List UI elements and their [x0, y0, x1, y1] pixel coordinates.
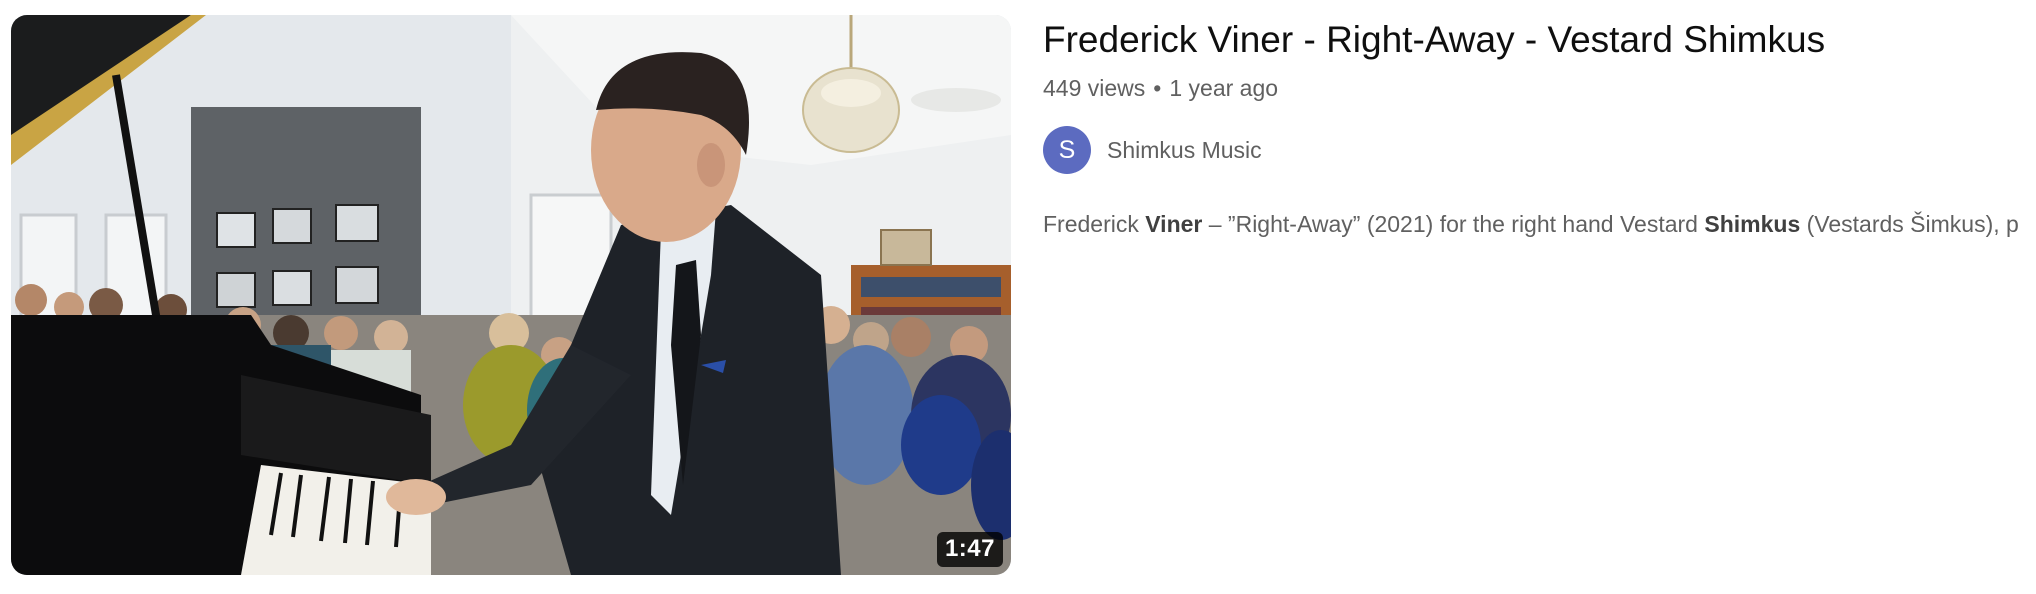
- video-result-row[interactable]: 1:47 Frederick Viner - Right-Away - Vest…: [0, 0, 2036, 594]
- channel-name[interactable]: Shimkus Music: [1107, 137, 1262, 164]
- metadata-separator: •: [1153, 75, 1162, 101]
- thumbnail-image: [11, 15, 1011, 575]
- video-title[interactable]: Frederick Viner - Right-Away - Vestard S…: [1043, 14, 2023, 66]
- avatar-letter: S: [1058, 135, 1076, 164]
- view-count: 449 views: [1043, 75, 1146, 101]
- channel-info[interactable]: S Shimkus Music: [1043, 126, 2023, 174]
- video-metadata: 449 views • 1 year ago: [1043, 72, 2023, 104]
- description-highlight: Shimkus: [1704, 211, 1801, 237]
- publish-age: 1 year ago: [1169, 75, 1279, 101]
- video-description-snippet: Frederick Viner – ”Right-Away” (2021) fo…: [1043, 208, 2036, 240]
- description-segment: Frederick: [1043, 211, 1146, 237]
- video-thumbnail[interactable]: 1:47: [11, 15, 1011, 575]
- description-highlight: Viner: [1145, 211, 1203, 237]
- description-segment: – ”Right-Away” (2021) for the right hand…: [1202, 211, 1705, 237]
- channel-avatar[interactable]: S: [1043, 126, 1091, 174]
- description-segment: (Vestards Šimkus), p: [1800, 211, 2019, 237]
- video-details: Frederick Viner - Right-Away - Vestard S…: [1043, 14, 2023, 240]
- duration-badge: 1:47: [936, 532, 1003, 567]
